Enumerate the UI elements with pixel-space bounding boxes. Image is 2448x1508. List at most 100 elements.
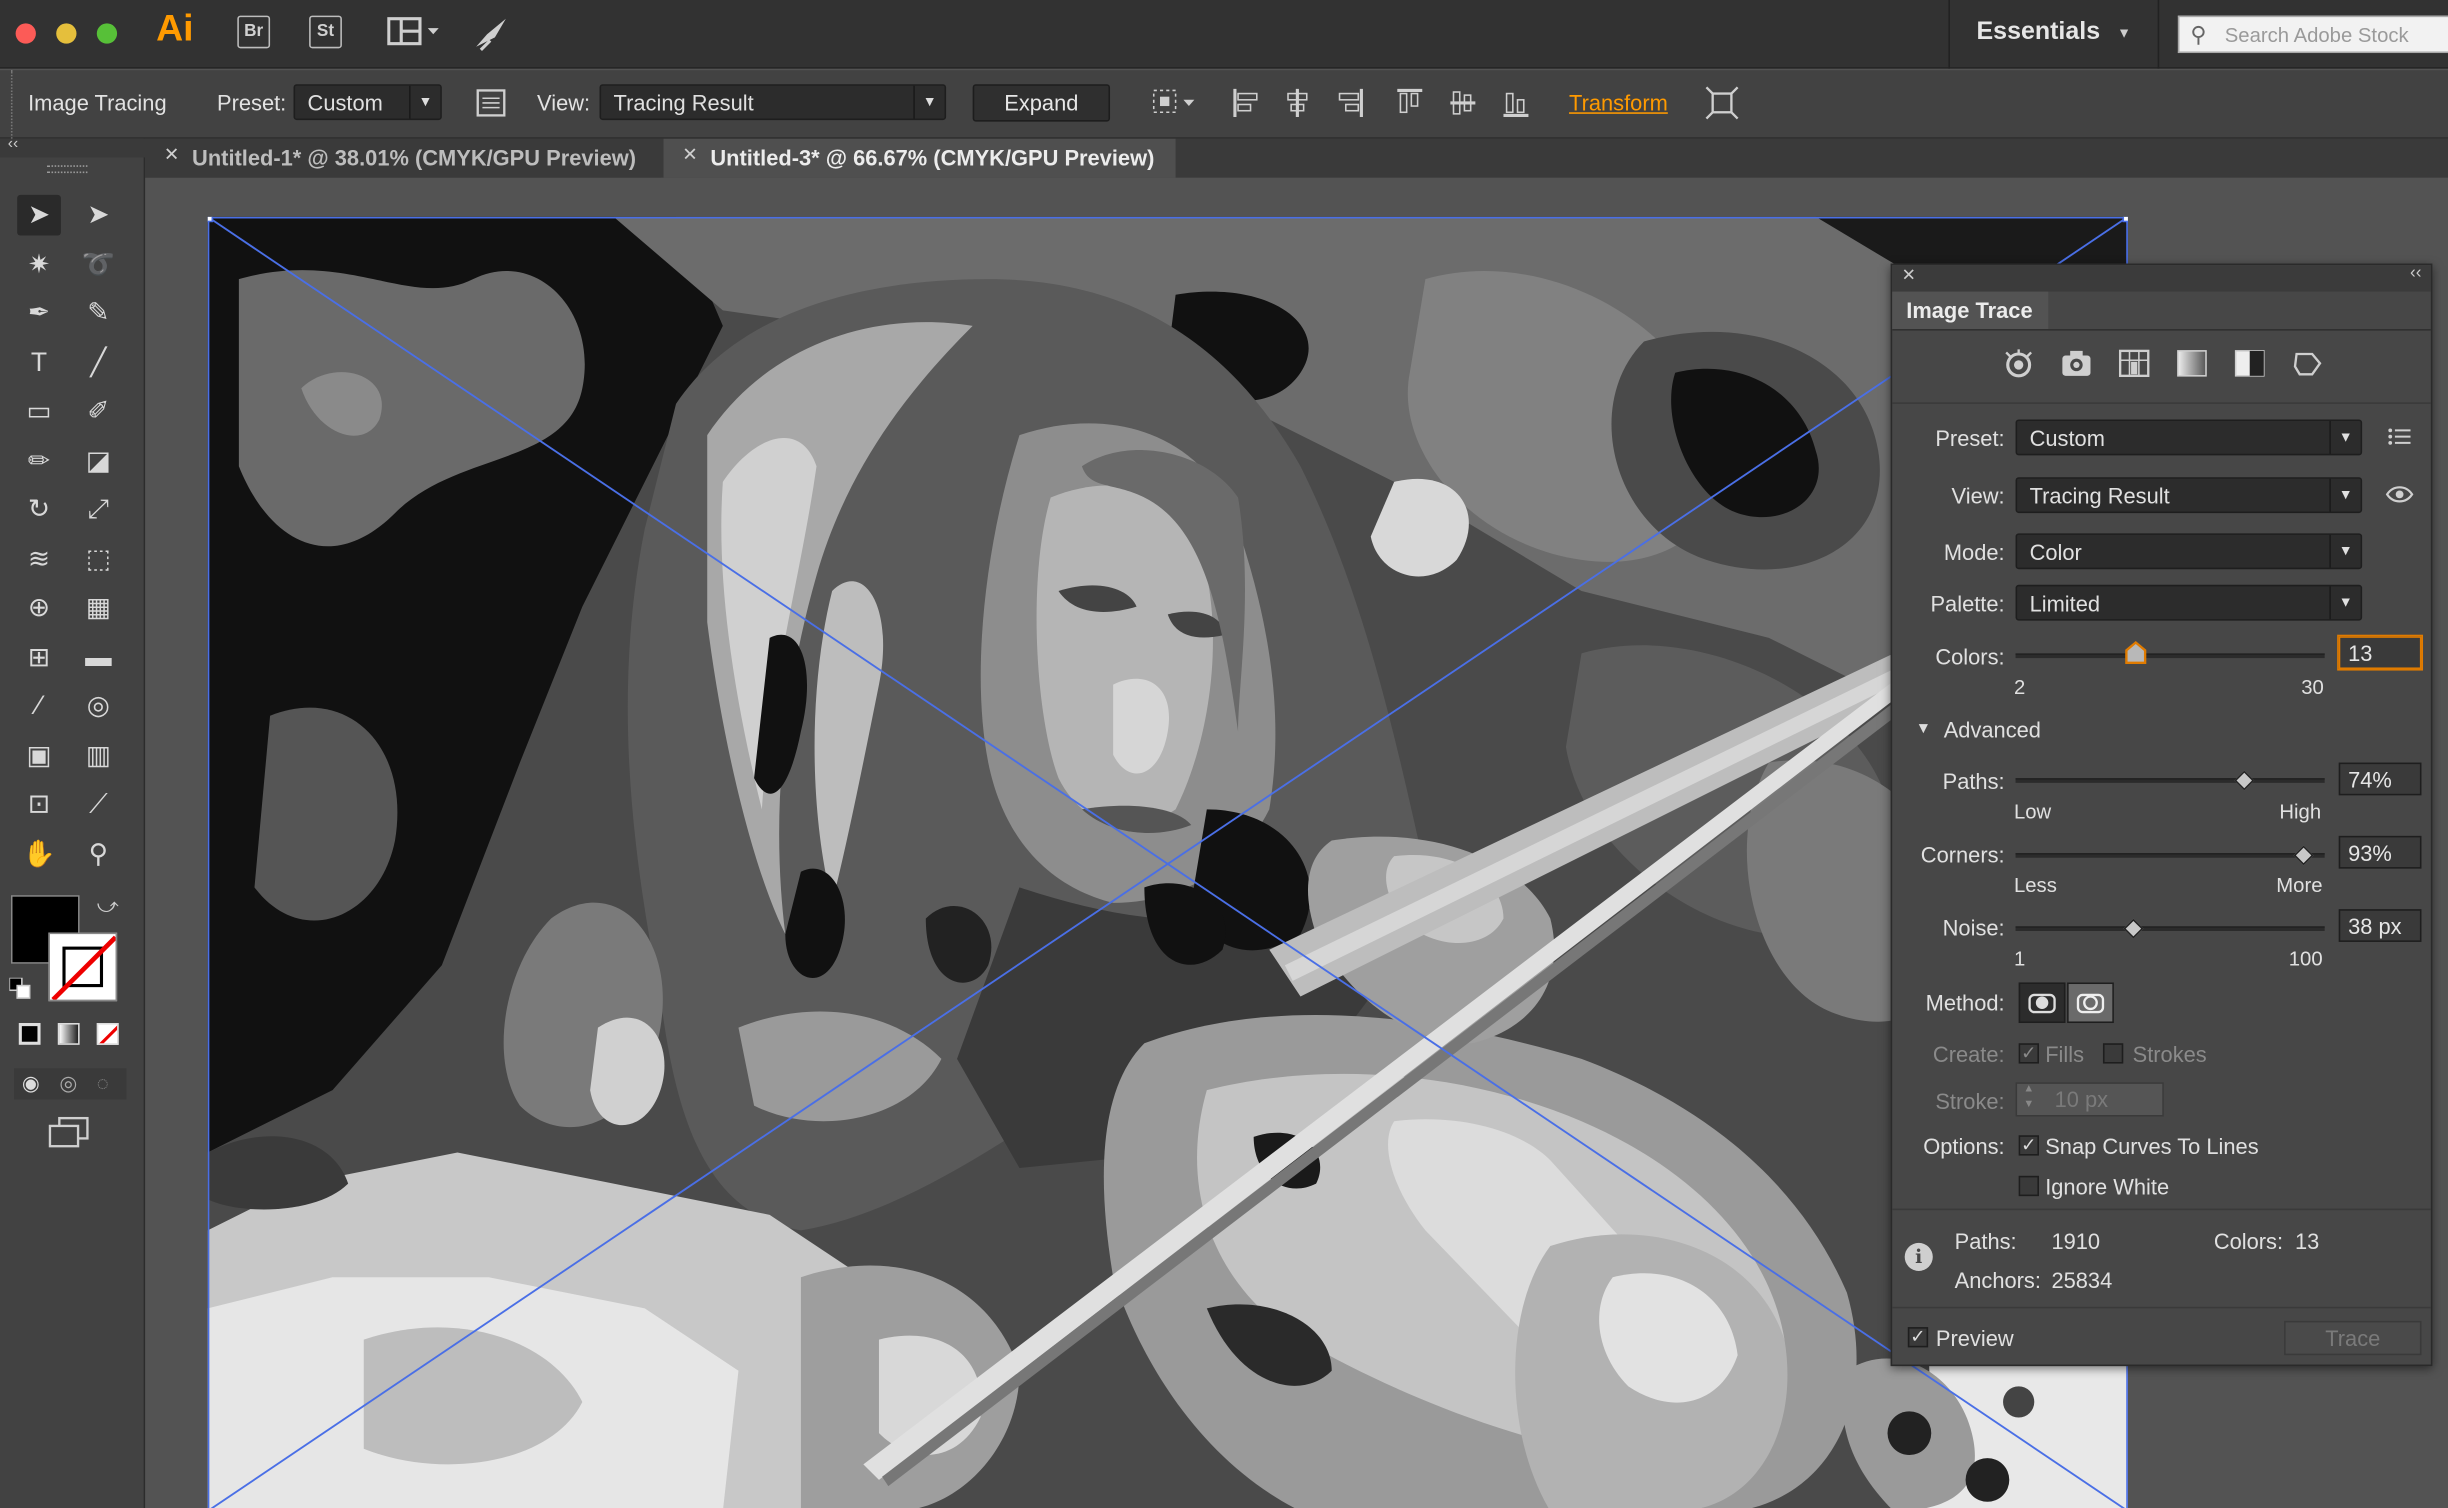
hand-tool[interactable]: ✋ (17, 834, 61, 875)
direct-selection-tool[interactable]: ➤ (77, 195, 121, 236)
expand-button[interactable]: Expand (972, 84, 1111, 122)
stroke-stepper[interactable]: ▲ ▼ 10 px (2015, 1082, 2164, 1117)
corners-slider-thumb[interactable] (2293, 845, 2313, 866)
rotate-tool[interactable]: ↻ (17, 490, 61, 531)
colors-value-input[interactable]: 13 (2338, 636, 2422, 670)
gradient-tool[interactable]: ▬ (77, 637, 121, 678)
gradient-icon[interactable] (57, 1023, 80, 1045)
stroke-swatch[interactable] (48, 932, 118, 1002)
draw-normal-icon[interactable]: ◉ (22, 1071, 40, 1096)
close-window-button[interactable] (15, 23, 36, 44)
view-source-button[interactable] (2385, 483, 2414, 505)
workspace-switcher[interactable]: Essentials ▼ (1948, 0, 2160, 69)
collapse-icon[interactable]: ‹‹ (8, 136, 18, 153)
stock-button[interactable]: St (309, 15, 342, 49)
rectangle-tool[interactable]: ▭ (17, 391, 61, 432)
ignore-white-checkbox[interactable] (2018, 1175, 2039, 1197)
noise-slider-track[interactable] (2015, 926, 2325, 931)
symbol-sprayer-tool[interactable]: ▣ (17, 735, 61, 776)
free-transform-tool[interactable]: ⬚ (77, 539, 121, 580)
transform-link[interactable]: Transform (1569, 90, 1668, 115)
stepper-down-icon[interactable]: ▼ (2023, 1099, 2034, 1110)
zoom-tool[interactable]: ⚲ (77, 834, 121, 875)
grip-handle[interactable] (10, 70, 17, 139)
colors-slider-thumb[interactable] (2125, 640, 2147, 664)
draw-inside-icon[interactable]: ◌ (97, 1071, 109, 1094)
tab-untitled-1[interactable]: ✕ Untitled-1* @ 38.01% (CMYK/GPU Preview) (145, 138, 661, 178)
blend-tool[interactable]: ◎ (77, 686, 121, 727)
image-tracing-label[interactable]: Image Tracing (28, 90, 167, 115)
view-dropdown[interactable]: Tracing Result ▼ (599, 84, 947, 121)
paths-value-input[interactable]: 74% (2338, 762, 2422, 796)
artboard-tool[interactable]: ⊡ (17, 784, 61, 825)
high-color-preset-button[interactable] (2059, 348, 2093, 379)
stepper-up-icon[interactable]: ▲ (2023, 1084, 2034, 1095)
align-left-button[interactable] (1230, 86, 1261, 120)
method-abutting-button[interactable] (2018, 982, 2066, 1024)
close-icon[interactable]: ✕ (164, 143, 180, 165)
paintbrush-tool[interactable]: ✐ (77, 391, 121, 432)
change-screen-mode-button[interactable] (47, 1115, 91, 1149)
default-fill-stroke-icon[interactable] (8, 977, 31, 1000)
mesh-tool[interactable]: ⊞ (17, 637, 61, 678)
corners-value-input[interactable]: 93% (2338, 835, 2422, 869)
type-tool[interactable]: T (17, 342, 61, 383)
grayscale-preset-button[interactable] (2175, 348, 2209, 379)
tab-untitled-3[interactable]: ✕ Untitled-3* @ 66.67% (CMYK/GPU Preview) (663, 138, 1176, 178)
align-to-button[interactable] (1149, 86, 1199, 120)
colors-slider-track[interactable] (2015, 653, 2325, 659)
grip-handle[interactable] (46, 165, 88, 174)
slice-tool[interactable]: ⟋ (77, 784, 121, 825)
align-middle-button[interactable] (1447, 86, 1478, 120)
lasso-tool[interactable]: ➰ (77, 244, 121, 285)
outline-preset-button[interactable] (2290, 348, 2324, 379)
zoom-window-button[interactable] (96, 23, 118, 44)
method-overlapping-button[interactable] (2067, 982, 2114, 1024)
eraser-tool[interactable]: ◪ (77, 441, 121, 482)
gpu-performance-button[interactable] (471, 12, 512, 53)
close-icon[interactable]: ✕ (682, 143, 698, 165)
corners-slider-track[interactable] (2015, 853, 2325, 858)
low-color-preset-button[interactable] (2117, 348, 2151, 379)
line-tool[interactable]: ╱ (77, 342, 121, 383)
preset-dropdown[interactable]: Custom ▼ (2015, 419, 2363, 456)
shape-builder-tool[interactable]: ⊕ (17, 588, 61, 629)
align-center-button[interactable] (1282, 86, 1313, 120)
eyedropper-tool[interactable]: ⁄ (17, 686, 61, 727)
mode-dropdown[interactable]: Color ▼ (2015, 533, 2363, 570)
pen-tool[interactable]: ✒ (17, 293, 61, 334)
noise-slider-thumb[interactable] (2123, 918, 2143, 939)
paths-slider-thumb[interactable] (2234, 770, 2255, 791)
auto-color-preset-button[interactable] (2001, 348, 2035, 379)
collapse-icon[interactable]: ‹‹ (2410, 264, 2421, 283)
preview-checkbox[interactable]: ✓ (1907, 1327, 1929, 1348)
swap-fill-stroke-icon[interactable]: ⤻ (97, 894, 119, 919)
magic-wand-tool[interactable]: ✷ (17, 244, 61, 285)
width-tool[interactable]: ≋ (17, 539, 61, 580)
close-icon[interactable]: ✕ (1902, 265, 1916, 286)
traced-image[interactable] (207, 216, 2128, 1508)
image-trace-panel-button[interactable] (476, 87, 507, 118)
perspective-grid-tool[interactable]: ▦ (77, 588, 121, 629)
fills-checkbox[interactable]: ✓ (2018, 1043, 2039, 1064)
advanced-toggle[interactable]: Advanced (1944, 717, 2041, 742)
arrange-documents-button[interactable] (387, 16, 443, 50)
manage-presets-button[interactable] (2387, 424, 2412, 449)
strokes-checkbox[interactable] (2102, 1043, 2124, 1064)
snap-curves-checkbox[interactable]: ✓ (2018, 1135, 2039, 1156)
curvature-tool[interactable]: ✎ (77, 293, 121, 334)
black-and-white-preset-button[interactable] (2233, 348, 2267, 379)
draw-behind-icon[interactable]: ◎ (59, 1071, 77, 1096)
disclosure-triangle-icon[interactable]: ▼ (1916, 720, 1931, 737)
none-icon[interactable] (96, 1023, 119, 1045)
column-graph-tool[interactable]: ▥ (77, 735, 121, 776)
view-dropdown[interactable]: Tracing Result ▼ (2015, 477, 2363, 514)
bridge-button[interactable]: Br (237, 15, 271, 49)
color-icon[interactable] (18, 1023, 41, 1045)
preset-dropdown[interactable]: Custom ▼ (293, 84, 442, 121)
minimize-window-button[interactable] (56, 23, 77, 44)
paths-slider-track[interactable] (2015, 778, 2325, 783)
scale-tool[interactable]: ⤢ (77, 490, 121, 531)
isolate-button[interactable] (1705, 86, 1739, 120)
shaper-tool[interactable]: ✏ (17, 441, 61, 482)
